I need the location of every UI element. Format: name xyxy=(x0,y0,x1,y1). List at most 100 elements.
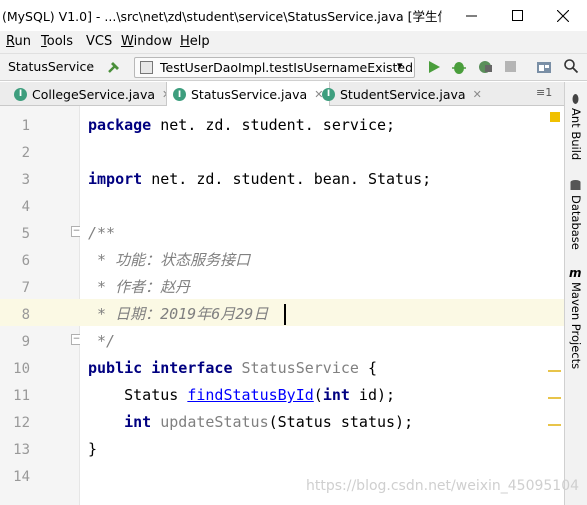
warning-stripe-marker[interactable] xyxy=(548,397,561,399)
database-tool-button[interactable]: Database xyxy=(569,195,583,250)
code-line-6: * 功能：状态服务接口 xyxy=(88,251,251,269)
warning-stripe-marker[interactable] xyxy=(548,370,561,372)
code-line-9: */ xyxy=(88,332,116,350)
menu-run[interactable]: Run xyxy=(6,34,31,49)
line-number: 5 xyxy=(21,226,30,242)
ant-build-icon xyxy=(569,92,582,109)
open-brace: { xyxy=(358,359,377,377)
menu-vcs-label: VCS xyxy=(86,34,113,49)
text-caret xyxy=(284,304,286,325)
tab-status-service[interactable]: I StatusService.java ✕ xyxy=(166,82,331,107)
line-number: 7 xyxy=(21,280,30,296)
return-type: Status xyxy=(88,386,188,404)
debug-icon[interactable] xyxy=(451,59,467,79)
tab-overflow-button[interactable]: ≡1 xyxy=(536,86,552,99)
menu-run-label: un xyxy=(14,34,31,49)
code-line-12: int updateStatus(Status status); xyxy=(88,409,413,436)
menu-help-label: elp xyxy=(189,34,210,49)
run-configuration-label: TestUserDaoImpl.testIsUsernameExisted xyxy=(160,60,414,75)
menu-help-mnemonic: H xyxy=(180,34,190,49)
line-number: 4 xyxy=(21,199,30,215)
line-number: 8 xyxy=(21,307,30,323)
run-icon[interactable] xyxy=(427,59,441,79)
minimize-icon[interactable] xyxy=(448,0,494,31)
keyword-package: package xyxy=(88,116,152,134)
package-name: net. zd. student. service; xyxy=(151,116,396,134)
menu-help[interactable]: Help xyxy=(180,34,210,49)
code-line-1: package net. zd. student. service; xyxy=(88,112,395,139)
tab-student-service[interactable]: I StudentService.java ✕ xyxy=(322,82,482,106)
import-path: net. zd. student. bean. Status; xyxy=(142,170,432,188)
menu-window[interactable]: Window xyxy=(121,34,172,49)
close-icon[interactable]: ✕ xyxy=(473,88,482,101)
watermark: https://blog.csdn.net/weixin_45095104 xyxy=(306,478,580,494)
line-number: 6 xyxy=(21,253,30,269)
param-id: id); xyxy=(349,386,396,404)
menu-bar: Run Tools VCS Window Help xyxy=(0,31,587,53)
tab-label: StatusService.java xyxy=(191,87,308,102)
title-bar: (MySQL) V1.0] - ...\src\net\zd\student\s… xyxy=(0,0,587,31)
editor-gutter: 1 2 3 4 5 6 7 8 9 10 11 12 13 14 − − xyxy=(0,106,82,505)
window-title: (MySQL) V1.0] - ...\src\net\zd\student\s… xyxy=(2,9,442,24)
project-structure-icon[interactable] xyxy=(536,59,552,79)
menu-vcs[interactable]: VCS xyxy=(86,34,112,49)
menu-tools[interactable]: Tools xyxy=(41,34,73,49)
search-icon[interactable] xyxy=(563,58,579,78)
params-status: (Status status); xyxy=(268,413,414,431)
line-number: 1 xyxy=(21,118,30,134)
line-number: 3 xyxy=(21,172,30,188)
line-number: 11 xyxy=(13,388,30,404)
interface-icon: I xyxy=(322,87,335,101)
tab-label: CollegeService.java xyxy=(32,86,155,102)
interface-name: StatusService xyxy=(241,359,359,377)
code-editor[interactable]: package net. zd. student. service; impor… xyxy=(80,106,579,505)
breadcrumb[interactable]: StatusService xyxy=(8,59,94,74)
line-number: 2 xyxy=(21,145,30,161)
code-line-7: * 作者：赵丹 xyxy=(88,278,191,296)
coverage-icon[interactable] xyxy=(477,59,493,79)
keyword-public: public xyxy=(88,359,143,377)
editor-tab-bar: I CollegeService.java ✕ I StatusService.… xyxy=(0,82,564,107)
keyword-interface: interface xyxy=(151,359,233,377)
interface-icon: I xyxy=(14,87,27,101)
right-tool-strip: Ant Build Database m Maven Projects xyxy=(564,82,587,505)
breadcrumb-chevron-icon: › xyxy=(88,59,94,74)
code-line-3: import net. zd. student. bean. Status; xyxy=(88,166,431,193)
build-hammer-icon[interactable] xyxy=(106,59,122,79)
tab-label: StudentService.java xyxy=(340,86,466,102)
line-number: 9 xyxy=(21,334,30,350)
menu-tools-label: ools xyxy=(46,34,74,49)
warning-stripe-marker[interactable] xyxy=(548,424,561,426)
ant-build-tool-button[interactable]: Ant Build xyxy=(569,108,583,160)
database-icon xyxy=(569,179,582,196)
close-icon[interactable] xyxy=(540,0,586,31)
maximize-icon[interactable] xyxy=(494,0,540,31)
code-line-11: Status findStatusById(int id); xyxy=(88,382,395,409)
code-line-13: } xyxy=(88,440,98,458)
keyword-int: int xyxy=(88,413,152,431)
tab-college-service[interactable]: I CollegeService.java ✕ xyxy=(14,82,171,106)
navigation-toolbar: StatusService › TestUserDaoImpl.testIsUs… xyxy=(0,53,587,81)
line-number: 13 xyxy=(13,442,30,458)
menu-window-mnemonic: W xyxy=(121,34,134,49)
interface-icon: I xyxy=(173,88,186,101)
maven-projects-tool-button[interactable]: Maven Projects xyxy=(569,282,583,369)
code-line-10: public interface StatusService { xyxy=(88,355,377,382)
line-number: 14 xyxy=(13,469,30,485)
run-configuration-select[interactable]: TestUserDaoImpl.testIsUsernameExisted ▾ xyxy=(134,57,415,78)
keyword-int: int xyxy=(322,386,350,404)
method-update-status: updateStatus xyxy=(151,413,269,431)
code-line-5: /** xyxy=(88,224,116,242)
paren-open: ( xyxy=(313,386,323,404)
maven-icon: m xyxy=(569,266,582,280)
menu-window-label: indow xyxy=(133,34,173,49)
stop-icon[interactable] xyxy=(505,61,516,72)
method-find-status-by-id[interactable]: findStatusById xyxy=(187,386,313,404)
chevron-down-icon: ▾ xyxy=(397,59,403,72)
line-number: 12 xyxy=(13,415,30,431)
inspection-status-icon[interactable] xyxy=(550,112,560,122)
line-number: 10 xyxy=(13,361,30,377)
junit-config-icon xyxy=(140,61,153,74)
code-line-8: * 日期：2019年6月29日 xyxy=(88,305,269,323)
keyword-import: import xyxy=(88,170,143,188)
